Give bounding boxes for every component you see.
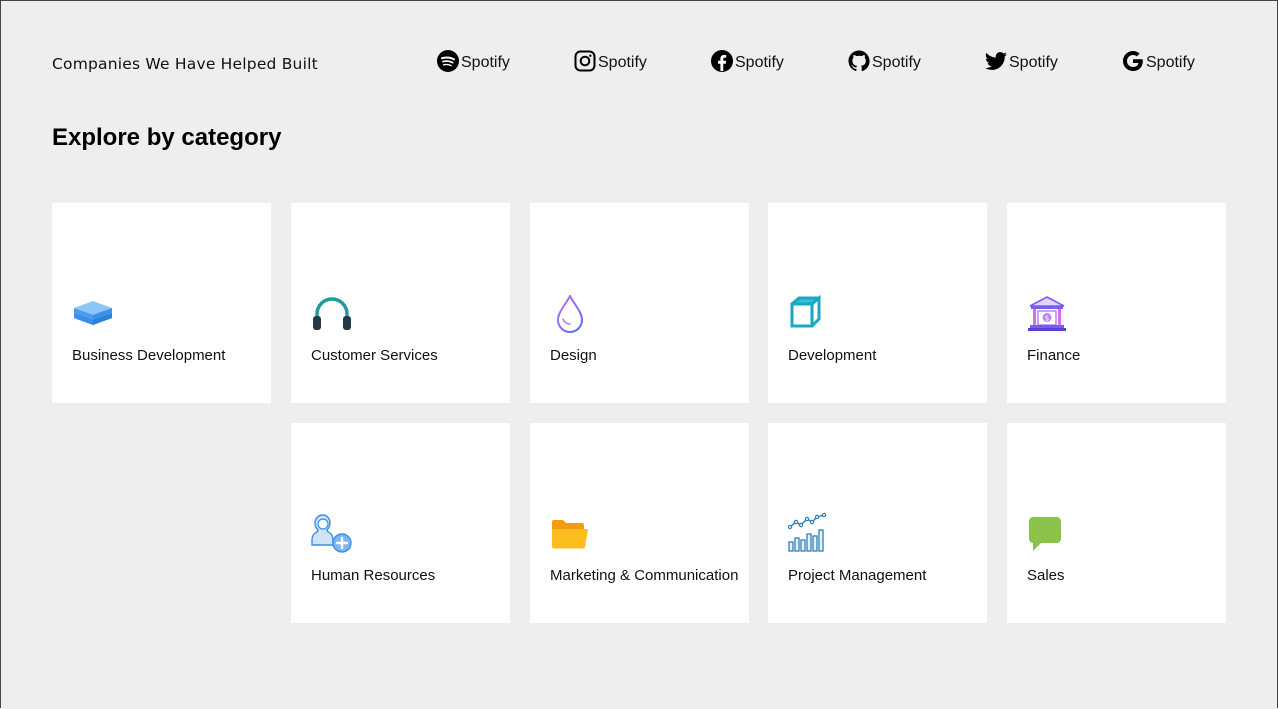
brand-label: Spotify — [872, 54, 921, 71]
chat-bubble-icon — [1027, 515, 1069, 555]
brand-link-facebook[interactable]: Spotify — [710, 49, 784, 78]
brand-link-twitter[interactable]: Spotify — [984, 50, 1058, 76]
brand-label: Spotify — [598, 54, 647, 71]
category-card-design[interactable]: Design — [530, 203, 749, 403]
category-card-customer-services[interactable]: Customer Services — [291, 203, 510, 403]
twitter-icon — [984, 49, 1009, 78]
tagline: Companies We Have Helped Built — [52, 55, 318, 73]
cube-icon — [788, 294, 830, 335]
category-label: Marketing & Communication — [550, 567, 739, 584]
headphones-icon — [311, 295, 353, 335]
section-title: Explore by category — [52, 124, 282, 151]
instagram-icon — [573, 49, 598, 78]
category-card-sales[interactable]: Sales — [1007, 423, 1226, 623]
category-label: Development — [788, 347, 877, 364]
github-icon — [847, 49, 872, 78]
folder-icon — [550, 517, 592, 557]
brands-bar: Companies We Have Helped Built Spotify S… — [52, 49, 1222, 94]
drop-icon — [550, 293, 592, 335]
category-card-development[interactable]: Development — [768, 203, 987, 403]
category-label: Customer Services — [311, 347, 438, 364]
category-label: Sales — [1027, 567, 1065, 584]
brand-label: Spotify — [461, 54, 510, 71]
brand-link-spotify[interactable]: Spotify — [436, 49, 510, 78]
svg-text:$: $ — [1045, 315, 1049, 323]
brand-link-google[interactable]: Spotify — [1121, 50, 1195, 76]
brand-label: Spotify — [1009, 54, 1058, 71]
category-label: Human Resources — [311, 567, 436, 584]
brand-link-instagram[interactable]: Spotify — [573, 50, 647, 76]
brand-link-github[interactable]: Spotify — [847, 50, 921, 76]
category-card-business-development[interactable]: Business Development — [52, 203, 271, 403]
category-label: Business Development — [72, 347, 226, 364]
add-user-icon — [311, 513, 353, 553]
spotify-icon — [436, 49, 461, 78]
category-label: Finance — [1027, 347, 1081, 364]
growth-chart-icon — [787, 512, 830, 553]
brand-label: Spotify — [735, 54, 784, 71]
category-card-marketing-communication[interactable]: Marketing & Communication — [530, 423, 749, 623]
layers-icon — [72, 295, 114, 335]
facebook-icon — [710, 49, 735, 78]
bank-icon: $ — [1027, 295, 1069, 335]
category-card-human-resources[interactable]: Human Resources — [291, 423, 510, 623]
brand-label: Spotify — [1146, 54, 1195, 71]
category-card-project-management[interactable]: Project Management — [768, 423, 987, 623]
category-label: Project Management — [788, 567, 927, 584]
category-label: Design — [550, 347, 597, 364]
google-icon — [1121, 49, 1146, 78]
category-card-finance[interactable]: $ Finance — [1007, 203, 1226, 403]
